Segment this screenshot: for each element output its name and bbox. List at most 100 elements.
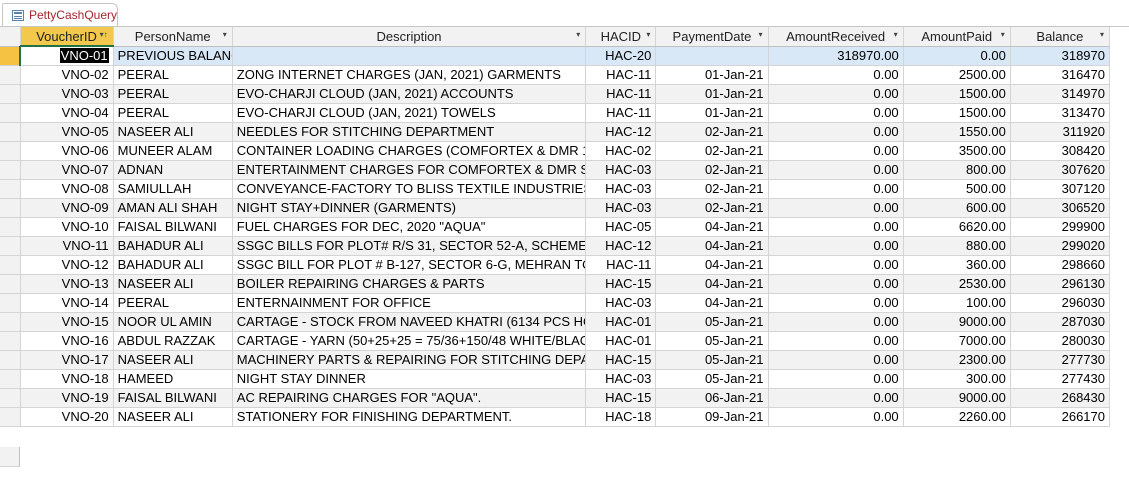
record-selector[interactable] (0, 160, 21, 180)
table-row[interactable]: VNO-04 PEERAL EVO-CHARJI CLOUD (JAN, 2021)… (0, 103, 1111, 123)
cell-amountreceived[interactable]: 0.00 (768, 388, 904, 408)
cell-hacid[interactable]: HAC-12 (585, 236, 657, 256)
cell-voucherid[interactable]: VNO-16 (20, 331, 114, 351)
cell-personname[interactable]: PEERAL (113, 84, 233, 104)
record-selector[interactable] (0, 65, 21, 85)
cell-voucherid[interactable]: VNO-09 (20, 198, 114, 218)
table-row[interactable]: VNO-15 NOOR UL AMIN CARTAGE - STOCK FROM N… (0, 312, 1111, 332)
cell-hacid[interactable]: HAC-03 (585, 369, 657, 389)
cell-balance[interactable]: 314970 (1010, 84, 1111, 104)
table-row[interactable]: VNO-14 PEERAL ENTERNAINMENT FOR OFFICE HAC-… (0, 293, 1111, 313)
record-selector[interactable] (0, 198, 21, 218)
table-row[interactable]: VNO-08 SAMIULLAH CONVEYANCE-FACTORY TO BLI… (0, 179, 1111, 199)
record-selector[interactable] (0, 369, 21, 389)
cell-paymentdate[interactable]: 02-Jan-21 (655, 179, 769, 199)
cell-personname[interactable]: NASEER ALI (113, 274, 233, 294)
cell-balance[interactable]: 318970 (1010, 46, 1111, 66)
dropdown-arrow-icon[interactable]: ▾ (223, 30, 227, 39)
cell-personname[interactable]: FAISAL BILWANI (113, 388, 233, 408)
cell-personname[interactable]: FAISAL BILWANI (113, 217, 233, 237)
cell-description[interactable]: EVO-CHARJI CLOUD (JAN, 2021) ACCOUNTS (232, 84, 587, 104)
cell-personname[interactable]: PEERAL (113, 103, 233, 123)
cell-paymentdate[interactable]: 05-Jan-21 (655, 331, 769, 351)
cell-paymentdate[interactable]: 04-Jan-21 (655, 255, 769, 275)
column-header-amountreceived[interactable]: AmountReceived ▾ (768, 27, 904, 47)
cell-hacid[interactable]: HAC-03 (585, 293, 657, 313)
cell-amountpaid[interactable]: 1550.00 (903, 122, 1011, 142)
table-row[interactable]: VNO-09 AMAN ALI SHAH NIGHT STAY+DINNER (GA… (0, 198, 1111, 218)
cell-voucherid[interactable]: VNO-11 (20, 236, 114, 256)
cell-paymentdate[interactable]: 05-Jan-21 (655, 369, 769, 389)
cell-personname[interactable]: NASEER ALI (113, 122, 233, 142)
cell-paymentdate[interactable]: 04-Jan-21 (655, 293, 769, 313)
cell-amountpaid[interactable]: 7000.00 (903, 331, 1011, 351)
cell-balance[interactable]: 277730 (1010, 350, 1111, 370)
table-row[interactable]: VNO-20 NASEER ALI STATIONERY FOR FINISHING… (0, 407, 1111, 427)
cell-amountreceived[interactable]: 0.00 (768, 407, 904, 427)
column-header-personname[interactable]: PersonName ▾ (113, 27, 233, 47)
cell-description[interactable]: ENTERTAINMENT CHARGES FOR COMFORTEX & DM… (232, 160, 587, 180)
cell-amountpaid[interactable]: 9000.00 (903, 312, 1011, 332)
cell-amountreceived[interactable]: 0.00 (768, 217, 904, 237)
table-row[interactable]: VNO-10 FAISAL BILWANI FUEL CHARGES FOR DEC… (0, 217, 1111, 237)
cell-paymentdate[interactable]: 05-Jan-21 (655, 350, 769, 370)
cell-balance[interactable]: 307620 (1010, 160, 1111, 180)
table-row[interactable]: VNO-16 ABDUL RAZZAK CARTAGE - YARN (50+25+… (0, 331, 1111, 351)
cell-amountpaid[interactable]: 1500.00 (903, 84, 1011, 104)
dropdown-arrow-icon[interactable]: ▾ (576, 30, 580, 39)
cell-description[interactable]: CONVEYANCE-FACTORY TO BLISS TEXTILE INDU… (232, 179, 587, 199)
cell-paymentdate[interactable]: 02-Jan-21 (655, 122, 769, 142)
column-header-balance[interactable]: Balance ▾ (1010, 27, 1111, 47)
cell-paymentdate[interactable]: 02-Jan-21 (655, 198, 769, 218)
cell-personname[interactable]: PEERAL (113, 293, 233, 313)
cell-voucherid[interactable]: VNO-04 (20, 103, 114, 123)
sort-ascending-icon[interactable]: ▾↑ (100, 30, 108, 39)
cell-amountpaid[interactable]: 2300.00 (903, 350, 1011, 370)
cell-amountreceived[interactable]: 0.00 (768, 331, 904, 351)
table-row[interactable]: VNO-06 MUNEER ALAM CONTAINER LOADING CHARG… (0, 141, 1111, 161)
cell-voucherid[interactable]: VNO-19 (20, 388, 114, 408)
cell-hacid[interactable]: HAC-12 (585, 122, 657, 142)
cell-amountreceived[interactable]: 0.00 (768, 236, 904, 256)
cell-description[interactable]: ENTERNAINMENT FOR OFFICE (232, 293, 587, 313)
cell-voucherid[interactable]: VNO-03 (20, 84, 114, 104)
record-selector[interactable] (0, 141, 21, 161)
cell-description[interactable]: EVO-CHARJI CLOUD (JAN, 2021) TOWELS (232, 103, 587, 123)
cell-balance[interactable]: 296030 (1010, 293, 1111, 313)
cell-paymentdate[interactable]: 01-Jan-21 (655, 65, 769, 85)
dropdown-arrow-icon[interactable]: ▾ (894, 30, 898, 39)
table-row[interactable]: VNO-03 PEERAL EVO-CHARJI CLOUD (JAN, 2021)… (0, 84, 1111, 104)
record-selector[interactable] (0, 331, 21, 351)
cell-balance[interactable]: 316470 (1010, 65, 1111, 85)
column-header-voucherid[interactable]: VoucherID ▾↑ (20, 27, 114, 47)
record-selector[interactable] (0, 84, 21, 104)
cell-amountreceived[interactable]: 0.00 (768, 103, 904, 123)
cell-balance[interactable]: 296130 (1010, 274, 1111, 294)
cell-amountpaid[interactable]: 600.00 (903, 198, 1011, 218)
cell-voucherid[interactable]: VNO-12 (20, 255, 114, 275)
record-selector[interactable] (0, 293, 21, 313)
table-row[interactable]: VNO-05 NASEER ALI NEEDLES FOR STITCHING DE… (0, 122, 1111, 142)
record-selector[interactable] (0, 274, 21, 294)
cell-balance[interactable]: 287030 (1010, 312, 1111, 332)
cell-voucherid[interactable]: VNO-20 (20, 407, 114, 427)
cell-hacid[interactable]: HAC-03 (585, 179, 657, 199)
record-selector[interactable] (0, 236, 21, 256)
dropdown-arrow-icon[interactable]: ▾ (1100, 30, 1104, 39)
cell-personname[interactable]: ABDUL RAZZAK (113, 331, 233, 351)
cell-voucherid[interactable]: VNO-15 (20, 312, 114, 332)
cell-hacid[interactable]: HAC-15 (585, 388, 657, 408)
cell-description[interactable]: NIGHT STAY DINNER (232, 369, 587, 389)
record-selector[interactable] (0, 103, 21, 123)
select-all-button[interactable] (0, 27, 21, 47)
table-row[interactable]: VNO-12 BAHADUR ALI SSGC BILL FOR PLOT # B-… (0, 255, 1111, 275)
cell-voucherid[interactable]: VNO-01 (19, 45, 114, 66)
record-selector[interactable] (0, 407, 21, 427)
cell-voucherid[interactable]: VNO-06 (20, 141, 114, 161)
cell-balance[interactable]: 299900 (1010, 217, 1111, 237)
cell-paymentdate[interactable]: 02-Jan-21 (655, 141, 769, 161)
dropdown-arrow-icon[interactable]: ▾ (646, 30, 650, 39)
cell-hacid[interactable]: HAC-05 (585, 217, 657, 237)
cell-amountreceived[interactable]: 0.00 (768, 84, 904, 104)
cell-amountpaid[interactable]: 0.00 (903, 46, 1011, 66)
